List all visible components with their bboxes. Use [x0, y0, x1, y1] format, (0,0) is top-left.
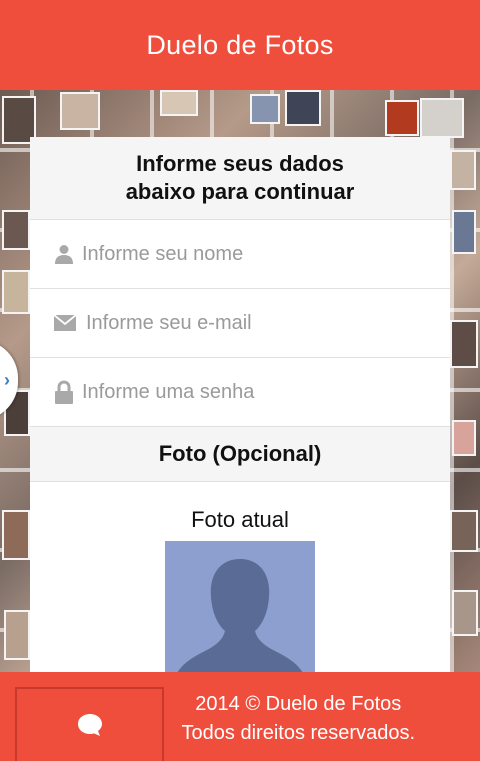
form-heading-line2: abaixo para continuar: [125, 179, 355, 204]
app-title: Duelo de Fotos: [146, 29, 334, 60]
mosaic-photo: [2, 510, 30, 560]
user-icon: [52, 242, 76, 266]
email-field-row: [30, 289, 450, 358]
password-field-row: [30, 358, 450, 427]
name-input[interactable]: [82, 242, 422, 266]
email-input[interactable]: [86, 311, 426, 335]
mosaic-photo: [160, 90, 198, 116]
chat-button[interactable]: [15, 687, 164, 761]
mosaic-photo: [450, 150, 476, 190]
name-field-row: [30, 220, 450, 289]
password-input[interactable]: [82, 380, 422, 404]
signup-form-card: Informe seus dados abaixo para continuar…: [30, 137, 450, 672]
mosaic-photo: [285, 90, 321, 126]
mosaic-photo: [2, 270, 30, 314]
footer-text: 2014 © Duelo de Fotos Todos direitos res…: [182, 690, 415, 748]
app-footer: 2014 © Duelo de Fotos Todos direitos res…: [0, 672, 480, 761]
app-header: Duelo de Fotos: [0, 0, 480, 90]
envelope-icon: [52, 311, 78, 335]
lock-icon: [52, 380, 76, 404]
mosaic-photo: [452, 210, 476, 254]
mosaic-photo: [60, 92, 100, 130]
chat-bubble-icon: [77, 714, 102, 736]
mosaic-photo: [452, 590, 478, 636]
current-photo-avatar[interactable]: [165, 541, 315, 672]
mosaic-photo: [250, 94, 280, 124]
mosaic-photo: [385, 100, 419, 136]
mosaic-photo: [450, 510, 478, 552]
form-heading-line1: Informe seus dados: [136, 151, 344, 176]
chevron-right-icon: ›: [4, 369, 10, 390]
mosaic-photo: [4, 610, 30, 660]
form-heading: Informe seus dados abaixo para continuar: [30, 137, 450, 220]
photo-section-heading: Foto (Opcional): [30, 427, 450, 482]
current-photo-label: Foto atual: [191, 507, 289, 532]
mosaic-photo: [450, 320, 478, 368]
footer-rights: Todos direitos reservados.: [181, 722, 415, 744]
default-profile-silhouette-icon: [177, 559, 303, 672]
photo-section-title: Foto (Opcional): [158, 441, 322, 466]
mosaic-photo: [2, 210, 30, 250]
footer-copyright: 2014 © Duelo de Fotos: [195, 693, 402, 715]
mosaic-photo: [420, 98, 464, 138]
mosaic-photo: [452, 420, 476, 456]
